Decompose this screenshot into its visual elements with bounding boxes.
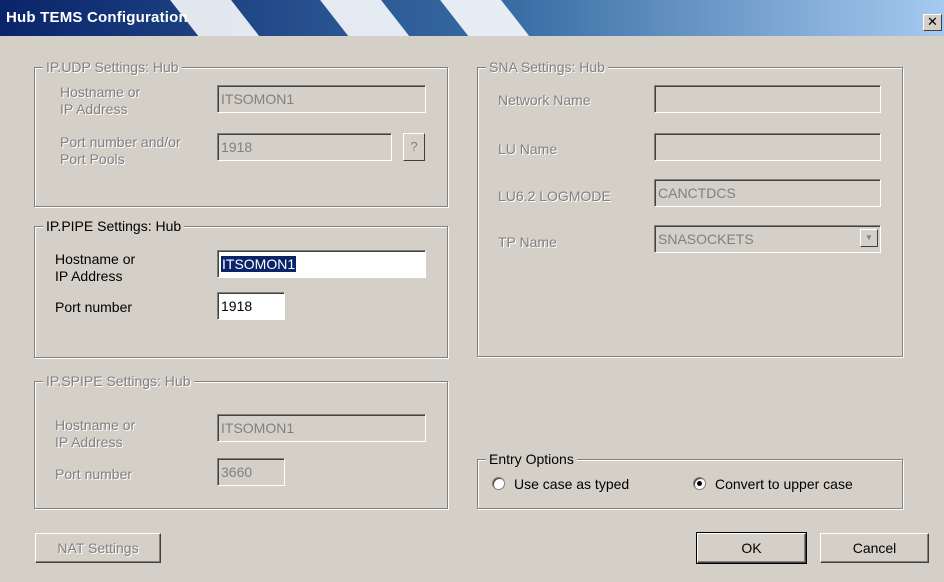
ippipe-port-label: Port number [55,299,133,315]
close-button[interactable]: ✕ [923,14,942,31]
sna-logmode-field[interactable]: CANCTDCS [654,179,881,207]
sna-tp-select[interactable]: SNASOCKETS ▼ [654,225,881,253]
ippipe-host-input[interactable]: ITSOMON1 [217,250,426,278]
ipspipe-port-field[interactable]: 3660 [217,458,285,486]
title-bar[interactable]: Hub TEMS Configuration ✕ [0,0,944,36]
sna-legend: SNA Settings: Hub [486,59,608,75]
use-case-as-typed-label[interactable]: Use case as typed [514,476,629,493]
convert-to-upper-case-label[interactable]: Convert to upper case [715,476,853,493]
entry-options-legend: Entry Options [486,451,577,467]
ipudp-port-label: Port number and/or Port Pools [60,134,181,167]
hub-tems-configuration-dialog: Hub TEMS Configuration ✕ IP.UDP Settings… [0,0,944,582]
ipspipe-host-label: Hostname or IP Address [55,417,136,450]
convert-to-upper-case-radio[interactable] [693,477,706,490]
port-pools-help-button[interactable]: ? [403,133,425,161]
ipudp-host-field[interactable]: ITSOMON1 [217,85,426,113]
ipspipe-host-field[interactable]: ITSOMON1 [217,414,426,442]
sna-tp-label: TP Name [498,234,557,250]
cancel-button[interactable]: Cancel [820,533,929,563]
nat-settings-button[interactable]: NAT Settings [35,533,161,563]
ipspipe-legend: IP.SPIPE Settings: Hub [43,373,194,389]
ipudp-port-field[interactable]: 1918 [217,133,392,161]
ipudp-host-label: Hostname or IP Address [60,84,141,117]
sna-lu-field[interactable] [654,133,881,161]
chevron-down-icon[interactable]: ▼ [860,229,878,247]
ippipe-port-input[interactable]: 1918 [217,292,285,320]
sna-network-field[interactable] [654,85,881,113]
sna-lu-label: LU Name [498,141,558,157]
sna-logmode-label: LU6.2 LOGMODE [498,188,611,204]
decorative-stripe [382,0,606,36]
ok-button[interactable]: OK [696,532,807,564]
ippipe-host-label: Hostname or IP Address [55,251,136,284]
ipudp-legend: IP.UDP Settings: Hub [43,59,182,75]
ippipe-legend: IP.PIPE Settings: Hub [43,218,185,234]
use-case-as-typed-radio[interactable] [492,477,505,490]
close-icon: ✕ [927,14,938,29]
radio-selected-dot [697,481,702,486]
sna-network-label: Network Name [498,92,591,108]
window-title: Hub TEMS Configuration [6,9,188,26]
ipspipe-port-label: Port number [55,466,133,482]
